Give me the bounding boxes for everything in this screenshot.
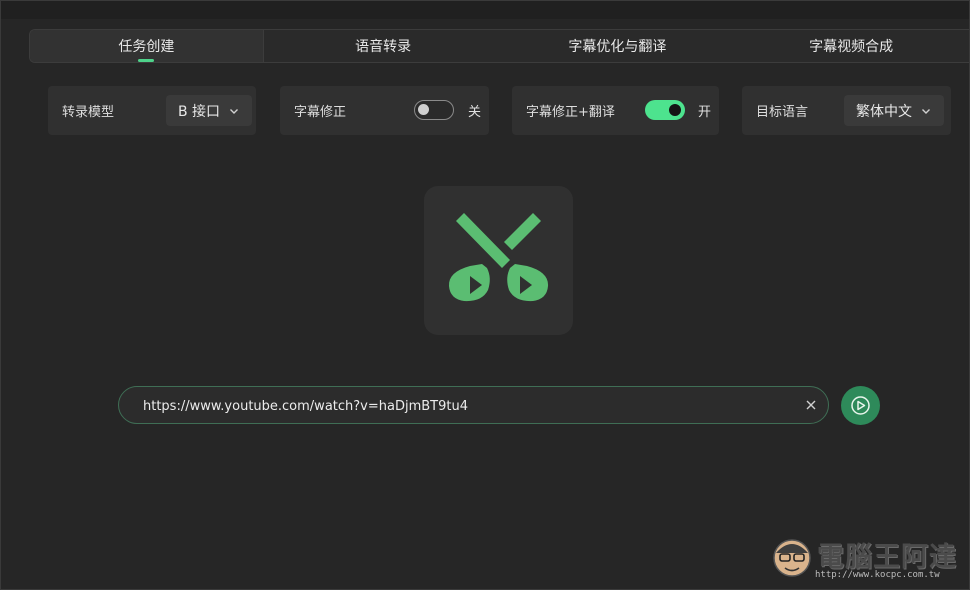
target-language-card: 目标语言 繁体中文 <box>742 86 951 135</box>
chevron-down-icon <box>230 108 239 114</box>
active-tab-indicator <box>138 59 155 62</box>
watermark: 電腦王阿達 http://www.kocpc.com.tw <box>769 531 964 583</box>
tab-subtitle-video-compose[interactable]: 字幕视频合成 <box>732 30 969 62</box>
tab-label: 任务创建 <box>118 39 175 55</box>
watermark-mascot-icon <box>773 539 811 577</box>
subtitle-fix-toggle[interactable] <box>414 100 454 120</box>
app-window: 任务创建 语音转录 字幕优化与翻译 字幕视频合成 转录模型 B 接口 字幕修正 … <box>0 0 970 590</box>
play-icon <box>851 396 870 415</box>
target-language-label: 目标语言 <box>756 105 809 120</box>
app-logo <box>424 186 573 335</box>
subtitle-fix-state: 关 <box>468 105 482 120</box>
target-language-value: 繁体中文 <box>856 103 912 120</box>
transcribe-model-select[interactable]: B 接口 <box>166 95 253 126</box>
tab-task-create[interactable]: 任务创建 <box>30 30 264 62</box>
subtitle-fix-card: 字幕修正 关 <box>280 86 489 135</box>
start-button[interactable] <box>841 386 880 425</box>
toggle-knob <box>418 104 429 115</box>
transcribe-model-label: 转录模型 <box>62 105 115 120</box>
subtitle-fix-translate-label: 字幕修正+翻译 <box>526 105 615 120</box>
close-icon[interactable] <box>804 398 818 412</box>
transcribe-model-card: 转录模型 B 接口 <box>48 86 256 135</box>
chevron-down-icon <box>922 108 930 114</box>
transcribe-model-value: B 接口 <box>178 103 221 120</box>
subtitle-fix-translate-state: 开 <box>698 105 712 120</box>
scissors-play-icon <box>448 213 549 302</box>
toggle-knob <box>669 104 681 116</box>
tab-label: 语音转录 <box>355 39 412 55</box>
url-input-container <box>118 386 829 424</box>
url-input[interactable] <box>141 395 785 417</box>
subtitle-fix-translate-toggle[interactable] <box>645 100 685 120</box>
subtitle-fix-translate-card: 字幕修正+翻译 开 <box>512 86 719 135</box>
tab-label: 字幕优化与翻译 <box>568 39 667 55</box>
tab-transcription[interactable]: 语音转录 <box>264 30 503 62</box>
tab-label: 字幕视频合成 <box>809 39 894 55</box>
target-language-select[interactable]: 繁体中文 <box>844 95 944 126</box>
watermark-title: 電腦王阿達 <box>817 542 957 573</box>
watermark-url: http://www.kocpc.com.tw <box>815 570 940 580</box>
subtitle-fix-label: 字幕修正 <box>294 105 347 120</box>
tab-subtitle-optimize-translate[interactable]: 字幕优化与翻译 <box>503 30 733 62</box>
tab-bar: 任务创建 语音转录 字幕优化与翻译 字幕视频合成 <box>29 29 969 63</box>
title-bar <box>1 1 969 19</box>
